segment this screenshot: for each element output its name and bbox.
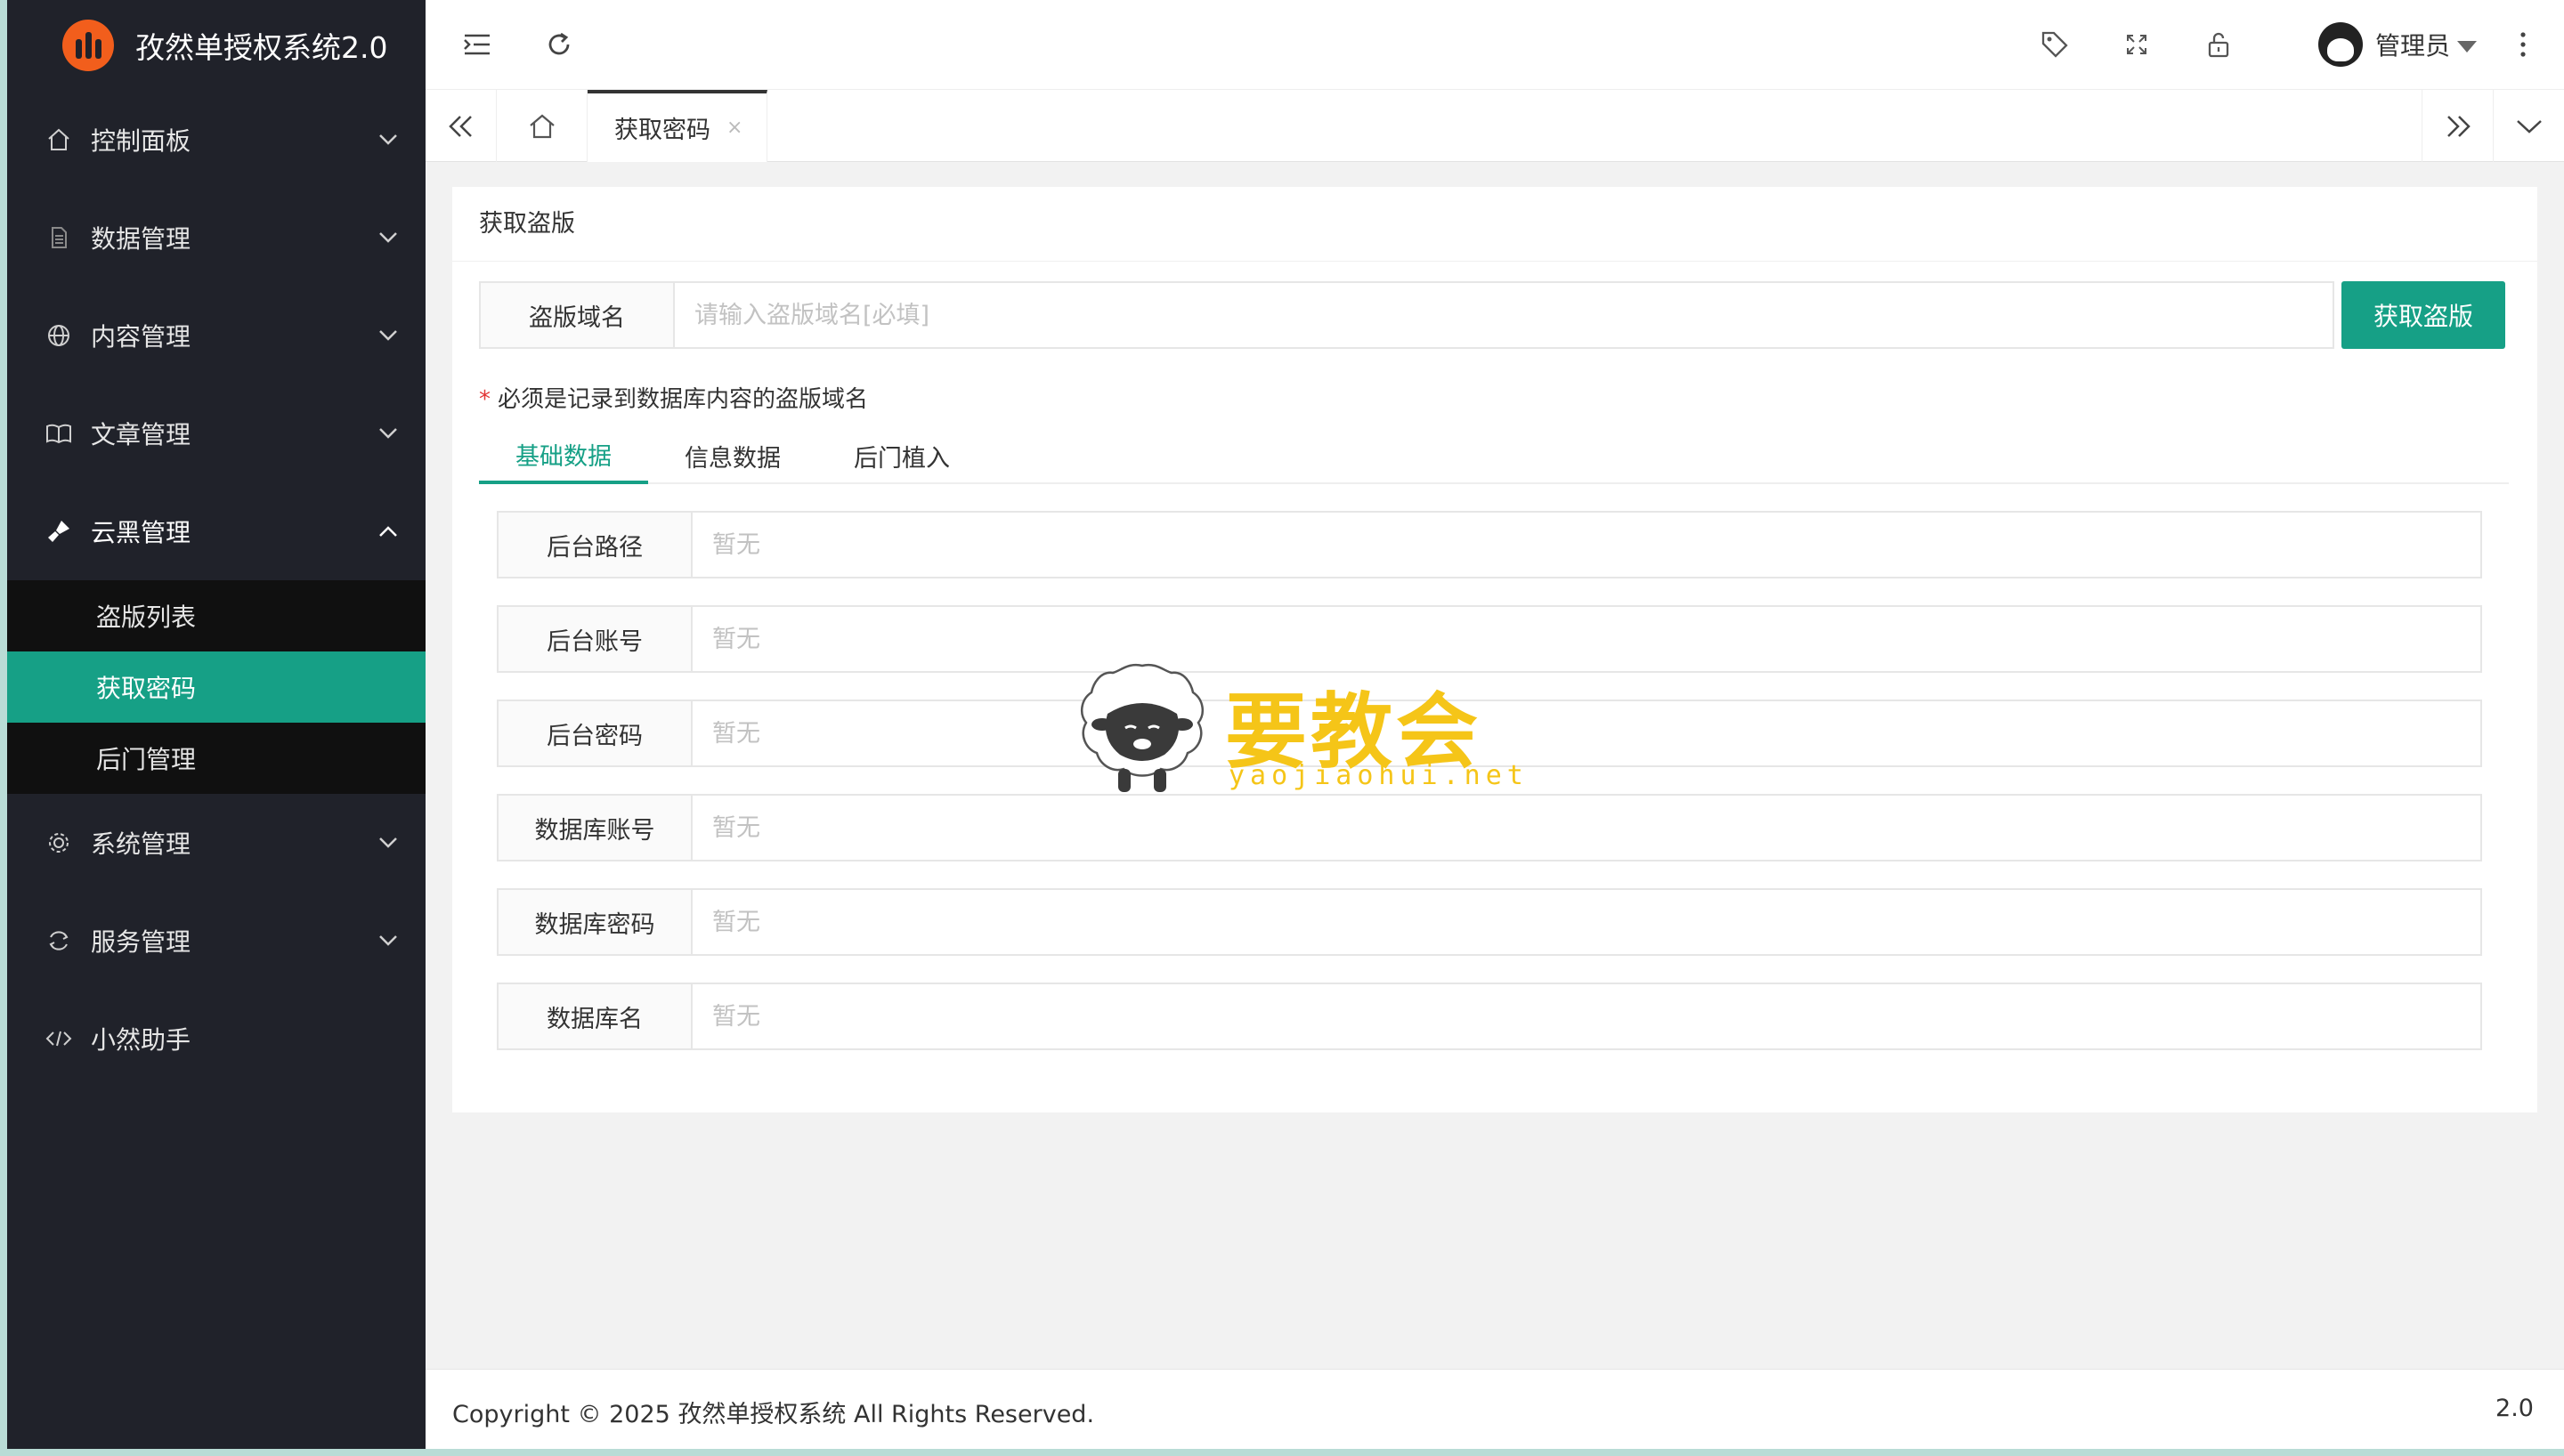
copyright-text: Copyright © 2025 孜然单授权系统 All Rights Rese…: [452, 1401, 1095, 1428]
field-admin-path: 后台路径: [497, 511, 2482, 578]
service-icon: [43, 928, 75, 953]
lock-icon[interactable]: [2197, 23, 2240, 66]
document-icon: [43, 225, 75, 250]
home-tab-icon[interactable]: [497, 90, 588, 162]
sidebar-item-dashboard[interactable]: 控制面板: [7, 91, 426, 189]
field-admin-password: 后台密码: [497, 700, 2482, 767]
app-title: 孜然单授权系统2.0: [135, 30, 388, 65]
main-card: 获取盗版 盗版域名 获取盗版 * 必须是记录到数据库内容的盗版域名 基础数据 信息…: [452, 187, 2537, 1112]
tabs-dropdown-icon[interactable]: [2493, 90, 2564, 162]
sidebar-item-content[interactable]: 内容管理: [7, 287, 426, 384]
tab-basic-data[interactable]: 基础数据: [479, 427, 648, 484]
sidebar-item-label: 系统管理: [91, 829, 191, 859]
sidebar-item-assistant[interactable]: 小然助手: [7, 990, 426, 1088]
tab-info-data[interactable]: 信息数据: [648, 427, 817, 484]
code-icon: [43, 1029, 75, 1048]
app-window: 孜然单授权系统2.0 控制面板 数据管理 内容管理 文章管理 云黑管理 盗版列表…: [7, 0, 2564, 1449]
sidebar-item-label: 小然助手: [91, 1025, 191, 1055]
sidebar-item-service[interactable]: 服务管理: [7, 892, 426, 990]
submenu-cloud-black: 盗版列表 获取密码 后门管理: [7, 580, 426, 794]
chevron-down-icon: [376, 231, 401, 244]
field-label: 数据库账号: [497, 794, 693, 861]
domain-input[interactable]: [673, 281, 2334, 349]
domain-form-row: 盗版域名 获取盗版: [479, 281, 2511, 349]
sidebar-item-data[interactable]: 数据管理: [7, 189, 426, 287]
field-admin-account: 后台账号: [497, 605, 2482, 673]
field-label: 后台路径: [497, 511, 693, 578]
required-hint: * 必须是记录到数据库内容的盗版域名: [479, 381, 868, 414]
close-icon[interactable]: ×: [726, 117, 742, 139]
tag-icon[interactable]: [2033, 23, 2076, 66]
logo[interactable]: 孜然单授权系统2.0: [7, 0, 426, 91]
sidebar-item-label: 云黑管理: [91, 518, 191, 547]
chevron-down-icon: [376, 837, 401, 849]
tab-get-password[interactable]: 获取密码 ×: [588, 90, 767, 162]
field-label: 后台密码: [497, 700, 693, 767]
sidebar-item-system[interactable]: 系统管理: [7, 794, 426, 892]
db-name-input[interactable]: [691, 983, 2482, 1050]
gear-icon: [43, 830, 75, 855]
sidebar-subitem-get-password[interactable]: 获取密码: [7, 651, 426, 723]
sidebar-item-cloud-black[interactable]: 云黑管理: [7, 482, 426, 580]
fullscreen-icon[interactable]: [2115, 23, 2158, 66]
tab-label: 获取密码: [614, 117, 710, 144]
card-title: 获取盗版: [452, 187, 2537, 262]
required-star: *: [479, 386, 491, 413]
brush-icon: [43, 518, 75, 545]
get-piracy-button[interactable]: 获取盗版: [2341, 281, 2505, 349]
domain-label: 盗版域名: [479, 281, 675, 349]
chevron-up-icon: [376, 525, 401, 538]
sidebar-item-label: 服务管理: [91, 927, 191, 957]
chevron-down-icon: [376, 934, 401, 947]
chevron-down-icon: [376, 329, 401, 342]
field-db-password: 数据库密码: [497, 888, 2482, 956]
hint-text: 必须是记录到数据库内容的盗版域名: [498, 386, 869, 413]
sidebar-item-articles[interactable]: 文章管理: [7, 384, 426, 482]
admin-password-input[interactable]: [691, 700, 2482, 767]
version-text: 2.0: [2495, 1395, 2534, 1422]
more-vertical-icon[interactable]: [2502, 23, 2544, 66]
chevron-down-icon: [376, 427, 401, 440]
sidebar-item-label: 内容管理: [91, 322, 191, 352]
chevron-down-icon: [376, 133, 401, 146]
menu-toggle-icon[interactable]: [456, 23, 499, 66]
tab-backdoor[interactable]: 后门植入: [817, 427, 986, 484]
book-icon: [43, 422, 75, 445]
tab-bar: 获取密码 ×: [426, 89, 2564, 162]
field-db-name: 数据库名: [497, 983, 2482, 1050]
home-icon: [43, 127, 75, 152]
sidebar-subitem-backdoor[interactable]: 后门管理: [7, 723, 426, 794]
globe-icon: [43, 323, 75, 348]
sidebar-item-label: 数据管理: [91, 224, 191, 254]
admin-path-input[interactable]: [691, 511, 2482, 578]
caret-down-icon: [2457, 40, 2477, 53]
user-menu[interactable]: 管理员: [2317, 21, 2477, 68]
tabs-scroll-left-icon[interactable]: [426, 90, 497, 162]
avatar: [2317, 22, 2363, 67]
data-tabs: 基础数据 信息数据 后门植入: [479, 427, 2509, 484]
field-db-account: 数据库账号: [497, 794, 2482, 861]
db-password-input[interactable]: [691, 888, 2482, 956]
sidebar-item-label: 控制面板: [91, 126, 191, 156]
field-label: 后台账号: [497, 605, 693, 673]
logo-icon: [62, 20, 114, 71]
top-header: 管理员: [426, 0, 2564, 89]
refresh-icon[interactable]: [538, 23, 580, 66]
tabs-scroll-right-icon[interactable]: [2422, 90, 2493, 162]
user-name: 管理员: [2374, 31, 2450, 61]
field-label: 数据库密码: [497, 888, 693, 956]
field-label: 数据库名: [497, 983, 693, 1050]
sidebar: 孜然单授权系统2.0 控制面板 数据管理 内容管理 文章管理 云黑管理 盗版列表…: [7, 0, 426, 1449]
sidebar-item-label: 文章管理: [91, 420, 191, 449]
footer: Copyright © 2025 孜然单授权系统 All Rights Rese…: [426, 1369, 2564, 1449]
db-account-input[interactable]: [691, 794, 2482, 861]
admin-account-input[interactable]: [691, 605, 2482, 673]
sidebar-subitem-piracy-list[interactable]: 盗版列表: [7, 580, 426, 651]
